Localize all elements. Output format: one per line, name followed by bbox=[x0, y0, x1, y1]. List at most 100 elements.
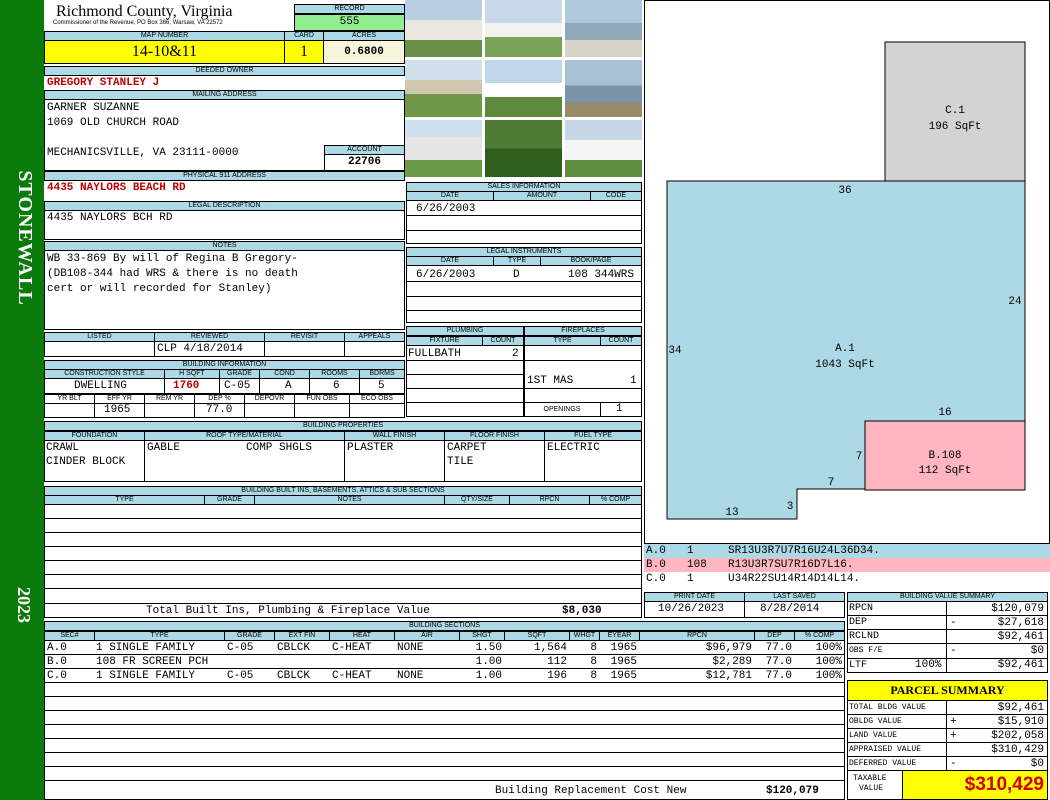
deeded-owner: GREGORY STANLEY J bbox=[47, 77, 160, 89]
cabin-photo[interactable] bbox=[485, 60, 563, 118]
sketch-dim-16: 16 bbox=[938, 407, 951, 419]
legend-a-num: 1 bbox=[687, 545, 694, 557]
builtins-table bbox=[44, 504, 642, 618]
legend-b-path: R13U3R7SU7R16D7L16. bbox=[728, 559, 854, 571]
last-saved-date: 8/28/2014 bbox=[760, 603, 820, 615]
section-cell: $96,979 bbox=[705, 642, 752, 654]
bdrms-value: 5 bbox=[378, 380, 385, 392]
print-date: 10/26/2023 bbox=[658, 603, 725, 615]
yard-photo[interactable] bbox=[405, 60, 483, 118]
builtins-total-label: Total Built Ins, Plumbing & Fireplace Va… bbox=[146, 605, 430, 617]
legend-b-code: B.0 bbox=[646, 559, 666, 571]
ps-obldg-value: $15,910 bbox=[997, 716, 1044, 728]
section-cell: 77.0 bbox=[765, 670, 792, 682]
white-house-photo[interactable] bbox=[565, 120, 643, 178]
section-cell: 108 FR SCREEN PCH bbox=[96, 656, 209, 668]
sign-photo[interactable] bbox=[485, 120, 563, 178]
legal-row-bookpage: 108 344WRS bbox=[568, 269, 635, 281]
replacement-cost-label: Building Replacement Cost New bbox=[495, 785, 687, 797]
vs-rpcn-label: RPCN bbox=[849, 603, 874, 614]
vs-ltf-pct: 100% bbox=[915, 659, 942, 671]
section-cell: B.0 bbox=[47, 656, 67, 668]
legend-a-code: A.0 bbox=[646, 545, 666, 557]
sections-title: BUILDING SECTIONS bbox=[44, 621, 845, 631]
district-name: STONEWALL bbox=[14, 170, 36, 306]
section-cell: 1965 bbox=[610, 656, 637, 668]
section-cell: 112 bbox=[547, 656, 567, 668]
mailing-line-3: MECHANICSVILLE, VA 23111-0000 bbox=[47, 147, 239, 159]
vs-ltf-value: $92,461 bbox=[997, 659, 1044, 671]
section-cell: 1965 bbox=[610, 670, 637, 682]
plumbing-count: 2 bbox=[512, 348, 519, 360]
legend-a-path: SR13U3R7U7R16U24L36D34. bbox=[728, 545, 880, 557]
building-properties-title: BUILDING PROPERTIES bbox=[44, 421, 642, 431]
mailing-line-1: GARNER SUZANNE bbox=[47, 102, 140, 114]
reviewed-value: CLP 4/18/2014 bbox=[157, 343, 243, 355]
physical-address-label: PHYSICAL 911 ADDRESS bbox=[44, 171, 405, 181]
house-photo[interactable] bbox=[405, 0, 483, 58]
pier-photo[interactable] bbox=[565, 0, 643, 58]
replacement-cost-value: $120,079 bbox=[766, 785, 819, 797]
grade-value: C-05 bbox=[224, 380, 251, 392]
floor-finish-1: CARPET bbox=[447, 442, 487, 454]
section-cell: 100% bbox=[815, 656, 842, 668]
cottage-photo[interactable] bbox=[485, 0, 563, 58]
sales-row-date: 6/26/2003 bbox=[416, 203, 476, 215]
vs-dep-value: $27,618 bbox=[997, 617, 1044, 629]
ps-land-value: $202,058 bbox=[991, 730, 1044, 742]
roof-type: GABLE bbox=[147, 442, 181, 454]
legend-b-num: 108 bbox=[687, 559, 707, 571]
fuel-type: ELECTRIC bbox=[547, 442, 600, 454]
section-cell: 8 bbox=[590, 656, 597, 668]
wall-finish: PLASTER bbox=[347, 442, 394, 454]
taxable-label-1: TAXABLE bbox=[853, 774, 887, 783]
ps-bldg-value: $92,461 bbox=[997, 702, 1044, 714]
section-cell: NONE bbox=[397, 670, 424, 682]
construction-style: DWELLING bbox=[74, 380, 127, 392]
assessment-year: 2023 bbox=[14, 587, 34, 623]
effyr-value: 1965 bbox=[104, 404, 131, 416]
rooms-value: 6 bbox=[333, 380, 340, 392]
building-sketch: C.1 196 SqFt A.1 1043 SqFt B.108 112 SqF… bbox=[666, 41, 1026, 520]
section-cell: $2,289 bbox=[712, 656, 752, 668]
vs-obs-label: OBS F/E bbox=[849, 646, 883, 655]
ps-bldg-label: TOTAL BLDG VALUE bbox=[849, 703, 926, 712]
plumbing-title: PLUMBING bbox=[406, 326, 524, 336]
taxable-label-2: VALUE bbox=[859, 784, 884, 793]
dock-photo[interactable] bbox=[565, 60, 643, 118]
taxable-value: $310,429 bbox=[902, 770, 1048, 800]
sketch-area-b: 112 SqFt bbox=[919, 465, 972, 477]
foundation-1: CRAWL bbox=[46, 442, 80, 454]
notes-line-2: (DB108-344 had WRS & there is no death bbox=[47, 268, 298, 280]
ps-deferred-label: DEFERRED VALUE bbox=[849, 759, 917, 768]
card-number: 1 bbox=[284, 40, 324, 64]
section-cell: A.0 bbox=[47, 642, 67, 654]
sketch-dim-left: 34 bbox=[668, 345, 682, 357]
vs-rpcn-value: $120,079 bbox=[991, 603, 1044, 615]
rear-house-photo[interactable] bbox=[405, 120, 483, 178]
legal-description: 4435 NAYLORS BCH RD bbox=[47, 212, 173, 224]
section-cell: 1.50 bbox=[475, 642, 502, 654]
section-cell: CBLCK bbox=[277, 670, 311, 682]
roof-material: COMP SHGLS bbox=[246, 442, 313, 454]
notes-line-3: cert or will recorded for Stanley) bbox=[47, 283, 272, 295]
physical-address: 4435 NAYLORS BEACH RD bbox=[47, 182, 186, 194]
section-cell: 1965 bbox=[610, 642, 637, 654]
section-cell: CBLCK bbox=[277, 642, 311, 654]
vs-rclnd-value: $92,461 bbox=[997, 631, 1044, 643]
section-cell: 77.0 bbox=[765, 656, 792, 668]
deeded-owner-label: DEEDED OWNER bbox=[44, 66, 405, 76]
acres-value: 0.6800 bbox=[323, 40, 405, 64]
section-cell: C-HEAT bbox=[332, 642, 372, 654]
ps-obldg-label: OBLDG VALUE bbox=[849, 717, 902, 726]
sketch-dim-7a: 7 bbox=[856, 451, 863, 463]
section-cell: 8 bbox=[590, 642, 597, 654]
openings-value: 1 bbox=[616, 403, 623, 415]
vs-ltf-label: LTF bbox=[849, 660, 868, 671]
sketch-label-c: C.1 bbox=[945, 105, 965, 117]
section-cell: C-HEAT bbox=[332, 670, 372, 682]
parcel-summary-title: PARCEL SUMMARY bbox=[847, 680, 1048, 701]
section-cell: 1 SINGLE FAMILY bbox=[96, 670, 196, 682]
vs-obs-value: $0 bbox=[1030, 645, 1044, 657]
notes-line-1: WB 33-869 By will of Regina B Gregory- bbox=[47, 253, 298, 265]
